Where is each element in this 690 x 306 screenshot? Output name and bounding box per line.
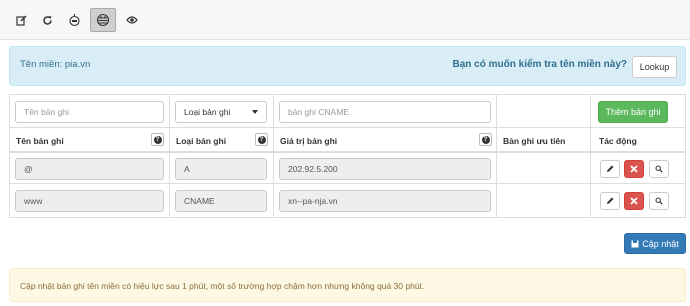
robot-icon <box>68 13 80 26</box>
toolbar <box>0 0 690 40</box>
row-divider <box>10 127 685 128</box>
record-name-field[interactable]: www <box>15 190 164 212</box>
record-type-field[interactable]: CNAME <box>175 190 267 212</box>
notice-alert: Cập nhật bản ghi tên miền có hiệu lực sa… <box>9 268 686 302</box>
toolbar-edit-button[interactable] <box>10 9 32 31</box>
name-help-button[interactable]: ? <box>151 133 164 146</box>
floppy-disk-icon <box>631 240 639 247</box>
column-header-priority: Bản ghi ưu tiên <box>503 136 566 146</box>
save-button[interactable]: Cập nhật <box>624 233 686 254</box>
save-label: Cập nhật <box>642 238 679 249</box>
search-icon <box>655 165 663 173</box>
refresh-icon <box>42 15 52 25</box>
add-record-button[interactable]: Thêm bản ghi <box>598 101 668 123</box>
new-record-type-select[interactable]: Loại bản ghi <box>175 101 267 123</box>
new-record-value-input[interactable]: bản ghi CNAME <box>279 101 491 123</box>
records-table: Tên bản ghi Loại bản ghi bản ghi CNAME T… <box>9 94 686 218</box>
column-divider <box>169 95 170 217</box>
column-header-type: Loại bản ghi <box>176 136 227 146</box>
close-icon <box>630 197 638 205</box>
chevron-down-icon <box>252 110 258 114</box>
edit-record-button[interactable] <box>600 160 620 178</box>
record-name-field[interactable]: @ <box>15 158 164 180</box>
lookup-question: Bạn có muốn kiểm tra tên miền này? <box>452 59 627 70</box>
domain-name-text: Tên miền: pia.vn <box>20 59 91 70</box>
column-divider <box>273 95 274 217</box>
toolbar-globe-button[interactable] <box>90 8 116 32</box>
toolbar-robot-button[interactable] <box>63 9 85 31</box>
new-record-type-selected: Loại bản ghi <box>184 107 231 117</box>
question-icon: ? <box>257 135 266 144</box>
notice-text: Cập nhật bản ghi tên miền có hiệu lực sa… <box>20 281 425 291</box>
edit-record-button[interactable] <box>600 192 620 210</box>
toolbar-refresh-button[interactable] <box>36 9 58 31</box>
column-header-name: Tên bản ghi <box>16 136 64 146</box>
view-record-button[interactable] <box>649 160 669 178</box>
toolbar-view-button[interactable] <box>121 9 143 31</box>
lookup-button[interactable]: Lookup <box>632 56 677 78</box>
globe-icon <box>96 13 110 27</box>
record-type-field[interactable]: A <box>175 158 267 180</box>
delete-record-button[interactable] <box>624 192 644 210</box>
delete-record-button[interactable] <box>624 160 644 178</box>
column-divider <box>496 95 497 217</box>
question-icon: ? <box>481 135 490 144</box>
new-record-name-input[interactable]: Tên bản ghi <box>15 101 164 123</box>
view-record-button[interactable] <box>649 192 669 210</box>
search-icon <box>655 197 663 205</box>
edit-icon <box>15 14 27 26</box>
domain-info-bar: Tên miền: pia.vn Bạn có muốn kiểm tra tê… <box>9 46 686 86</box>
pencil-icon <box>607 165 614 172</box>
record-value-field[interactable]: 202.92.5.200 <box>279 158 491 180</box>
value-help-button[interactable]: ? <box>479 133 492 146</box>
close-icon <box>630 165 638 173</box>
eye-icon <box>126 16 138 24</box>
header-divider <box>10 151 685 153</box>
question-icon: ? <box>153 135 162 144</box>
column-divider <box>590 95 591 217</box>
record-value-field[interactable]: xn--pa-nja.vn <box>279 190 491 212</box>
type-help-button[interactable]: ? <box>255 133 268 146</box>
row-divider <box>10 183 685 184</box>
pencil-icon <box>607 197 614 204</box>
column-header-value: Giá trị bản ghi <box>280 136 338 146</box>
column-header-actions: Tác động <box>599 136 637 146</box>
